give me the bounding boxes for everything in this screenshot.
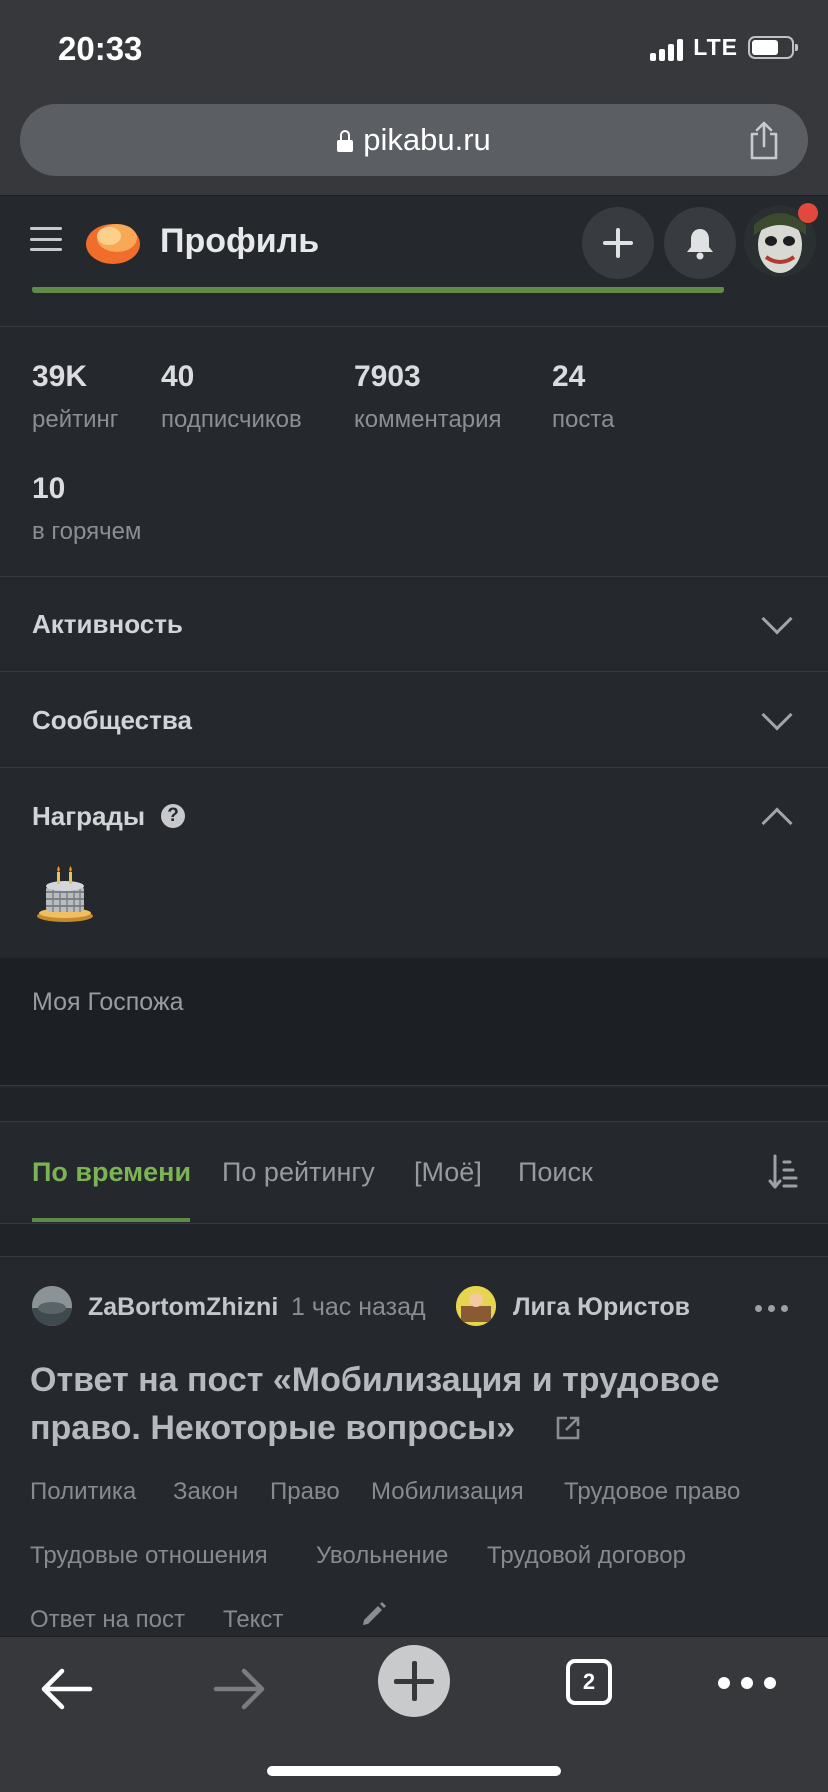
status-indicators: LTE bbox=[650, 34, 798, 61]
site-header: Профиль bbox=[0, 197, 828, 287]
page-title: Профиль bbox=[160, 222, 320, 260]
back-arrow-icon[interactable] bbox=[38, 1667, 94, 1711]
tag[interactable]: Политика bbox=[30, 1478, 136, 1506]
divider bbox=[0, 576, 828, 577]
author-avatar[interactable] bbox=[32, 1286, 72, 1326]
section-title: Награды bbox=[32, 801, 146, 831]
battery-icon bbox=[748, 36, 798, 59]
stat-label: подписчиков bbox=[161, 406, 302, 433]
stat-subscribers[interactable]: 40 подписчиков bbox=[161, 360, 302, 434]
tab-by-rating[interactable]: По рейтингу bbox=[222, 1157, 375, 1188]
post-author[interactable]: ZaBortomZhizni bbox=[88, 1293, 278, 1322]
tag[interactable]: Текст bbox=[223, 1606, 283, 1634]
stat-label: поста bbox=[552, 406, 615, 433]
add-post-button[interactable] bbox=[582, 207, 654, 279]
tag[interactable]: Увольнение bbox=[316, 1542, 448, 1570]
community-name[interactable]: Лига Юристов bbox=[513, 1293, 690, 1322]
tag[interactable]: Право bbox=[270, 1478, 340, 1506]
divider bbox=[0, 326, 828, 327]
community-avatar[interactable] bbox=[456, 1286, 496, 1326]
divider bbox=[0, 671, 828, 672]
note-text: Моя Госпожа bbox=[32, 988, 184, 1016]
tab-mine[interactable]: [Моё] bbox=[414, 1157, 482, 1188]
post-title-text: Ответ на пост «Мобилизация и трудовое пр… bbox=[30, 1361, 720, 1447]
profile-note: Моя Госпожа bbox=[0, 958, 828, 1086]
network-type: LTE bbox=[693, 34, 738, 60]
section-title: Активность bbox=[32, 609, 183, 639]
url-text: pikabu.ru bbox=[363, 122, 491, 157]
lock-icon bbox=[337, 130, 354, 152]
new-tab-button[interactable] bbox=[378, 1645, 450, 1717]
stat-hot[interactable]: 10 в горячем bbox=[32, 472, 141, 546]
browser-more-icon[interactable] bbox=[718, 1677, 776, 1689]
tag[interactable]: Мобилизация bbox=[371, 1478, 524, 1506]
stat-value: 39K bbox=[32, 360, 88, 393]
tab-search[interactable]: Поиск bbox=[518, 1157, 593, 1188]
section-gap bbox=[0, 1223, 828, 1257]
chevron-up-icon bbox=[761, 807, 793, 839]
menu-icon[interactable] bbox=[30, 227, 62, 251]
notifications-button[interactable] bbox=[664, 207, 736, 279]
stat-value: 40 bbox=[161, 360, 195, 393]
tag[interactable]: Трудовое право bbox=[564, 1478, 740, 1506]
stat-label: рейтинг bbox=[32, 406, 119, 433]
rating-progress-bar bbox=[32, 286, 724, 293]
home-indicator[interactable] bbox=[267, 1766, 561, 1776]
plus-icon bbox=[603, 228, 633, 258]
help-icon[interactable]: ? bbox=[161, 804, 185, 828]
tag[interactable]: Трудовой договор bbox=[487, 1542, 686, 1570]
tag[interactable]: Трудовые отношения bbox=[30, 1542, 268, 1570]
tag[interactable]: Закон bbox=[173, 1478, 238, 1506]
pikabu-logo[interactable] bbox=[85, 214, 143, 266]
feed-tabs: По времени По рейтингу [Моё] Поиск bbox=[0, 1122, 828, 1222]
bell-icon bbox=[687, 229, 713, 260]
post-time: 1 час назад bbox=[291, 1293, 426, 1321]
stat-label: в горячем bbox=[32, 518, 142, 545]
chevron-down-icon bbox=[761, 603, 793, 635]
external-link-icon[interactable] bbox=[555, 1415, 581, 1441]
stat-label: комментария bbox=[354, 406, 502, 433]
post-title[interactable]: Ответ на пост «Мобилизация и трудовое пр… bbox=[30, 1356, 730, 1452]
stat-rating: 39K рейтинг bbox=[32, 360, 119, 434]
sort-icon[interactable] bbox=[768, 1154, 798, 1190]
share-icon[interactable] bbox=[748, 120, 780, 160]
edit-tags-icon[interactable] bbox=[360, 1600, 388, 1628]
stat-posts[interactable]: 24 поста bbox=[552, 360, 614, 434]
browser-toolbar: pikabu.ru bbox=[0, 96, 828, 196]
more-options-icon[interactable] bbox=[755, 1305, 788, 1312]
tabs-button[interactable]: 2 bbox=[566, 1659, 612, 1705]
chevron-down-icon bbox=[761, 699, 793, 731]
active-tab-indicator bbox=[32, 1218, 190, 1222]
divider bbox=[0, 767, 828, 768]
tab-by-time[interactable]: По времени bbox=[32, 1157, 191, 1188]
status-time: 20:33 bbox=[58, 30, 143, 67]
signal-icon bbox=[650, 35, 684, 61]
section-title: Сообщества bbox=[32, 705, 192, 735]
post-card: ZaBortomZhizni 1 час назад Лига Юристов … bbox=[0, 1258, 828, 1638]
stat-comments[interactable]: 7903 комментария bbox=[354, 360, 502, 434]
notification-dot bbox=[798, 203, 818, 223]
award-cake-icon[interactable] bbox=[34, 862, 96, 924]
forward-arrow-icon[interactable] bbox=[212, 1667, 268, 1711]
section-gap bbox=[0, 1088, 828, 1122]
tag[interactable]: Ответ на пост bbox=[30, 1606, 185, 1634]
status-bar: 20:33 LTE bbox=[0, 0, 828, 96]
stat-value: 10 bbox=[32, 472, 66, 505]
stat-value: 24 bbox=[552, 360, 586, 393]
address-bar[interactable]: pikabu.ru bbox=[20, 104, 808, 176]
stat-value: 7903 bbox=[354, 360, 421, 393]
